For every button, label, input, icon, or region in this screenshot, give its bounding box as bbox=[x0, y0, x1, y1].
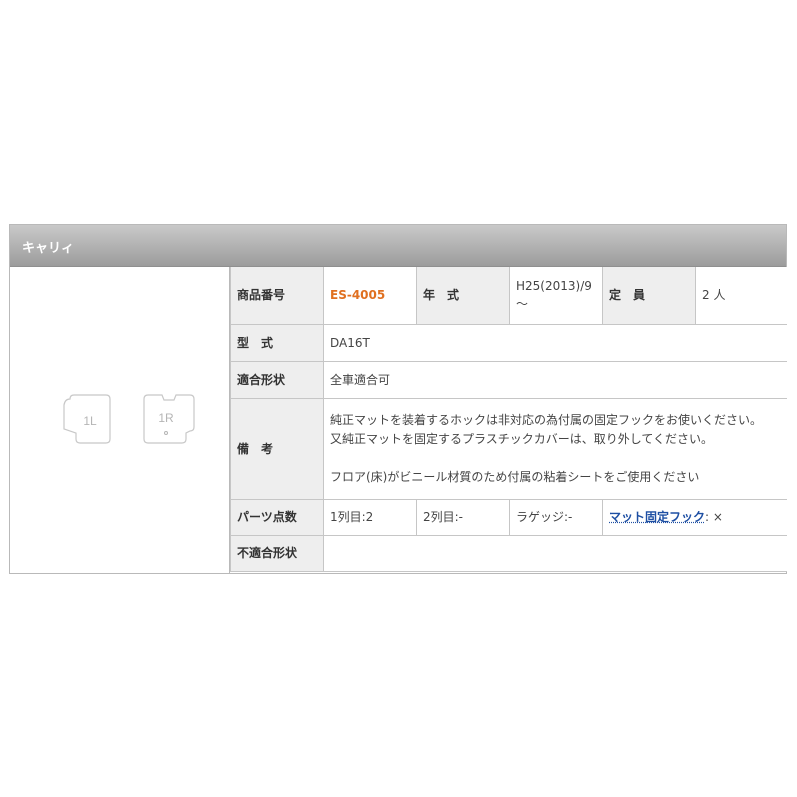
label-model: 型 式 bbox=[230, 323, 324, 362]
value-parts-row1: 1列目:2 bbox=[323, 498, 417, 536]
mat-piece-1r-label: 1R bbox=[158, 411, 174, 425]
row-product-number: 商品番号 ES-4005 年 式 H25(2013)/9 ～ 定 員 2 人 bbox=[230, 267, 787, 325]
year-line-2: ～ bbox=[516, 297, 529, 312]
row-unfit-shape: 不適合形状 bbox=[230, 534, 787, 572]
spec-table: 商品番号 ES-4005 年 式 H25(2013)/9 ～ 定 員 2 人 型… bbox=[230, 267, 787, 572]
product-fitment-panel: キャリィ 1L 1R 商品番号 ES-4005 年 式 H25(2013)/9 … bbox=[9, 224, 787, 574]
row-remarks: 備 考 純正マットを装着するホックは非対応の為付属の固定フックをお使いください。… bbox=[230, 397, 787, 500]
label-year: 年 式 bbox=[416, 267, 510, 325]
vehicle-title: キャリィ bbox=[22, 241, 75, 256]
value-unfit-shape bbox=[323, 534, 787, 572]
label-parts: パーツ点数 bbox=[230, 498, 324, 536]
label-fit-shape: 適合形状 bbox=[230, 360, 324, 399]
row-fit-shape: 適合形状 全車適合可 bbox=[230, 360, 787, 399]
mat-hook-link[interactable]: マット固定フック bbox=[609, 510, 705, 524]
value-remarks: 純正マットを装着するホックは非対応の為付属の固定フックをお使いください。 又純正… bbox=[323, 397, 787, 500]
row-parts: パーツ点数 1列目:2 2列目:- ラゲッジ:- マット固定フック: × bbox=[230, 498, 787, 536]
year-line-1: H25(2013)/9 bbox=[516, 279, 592, 294]
label-product-number: 商品番号 bbox=[230, 267, 324, 325]
mat-diagram-cell: 1L 1R bbox=[10, 267, 230, 573]
value-fit-shape: 全車適合可 bbox=[323, 360, 787, 399]
product-code: ES-4005 bbox=[330, 288, 386, 303]
label-unfit-shape: 不適合形状 bbox=[230, 534, 324, 572]
remarks-spacer bbox=[330, 449, 781, 468]
value-parts-hook: マット固定フック: × bbox=[602, 498, 787, 536]
value-parts-row2: 2列目:- bbox=[416, 498, 510, 536]
label-remarks: 備 考 bbox=[230, 397, 324, 500]
mat-hook-value: : × bbox=[705, 510, 723, 524]
row-model: 型 式 DA16T bbox=[230, 323, 787, 362]
value-product-number: ES-4005 bbox=[323, 267, 417, 325]
mat-layout-diagram: 1L 1R bbox=[63, 394, 195, 444]
label-capacity: 定 員 bbox=[602, 267, 696, 325]
value-year: H25(2013)/9 ～ bbox=[509, 267, 603, 325]
remarks-line-3: フロア(床)がビニール材質のため付属の粘着シートをご使用ください bbox=[330, 469, 700, 484]
value-parts-luggage: ラゲッジ:- bbox=[509, 498, 603, 536]
value-model: DA16T bbox=[323, 323, 787, 362]
panel-header: キャリィ bbox=[10, 225, 786, 267]
remarks-line-2: 又純正マットを固定するプラスチックカバーは、取り外してください。 bbox=[330, 431, 714, 446]
value-capacity: 2 人 bbox=[695, 267, 787, 325]
remarks-line-1: 純正マットを装着するホックは非対応の為付属の固定フックをお使いください。 bbox=[330, 412, 763, 427]
mat-piece-1l-label: 1L bbox=[83, 414, 97, 428]
